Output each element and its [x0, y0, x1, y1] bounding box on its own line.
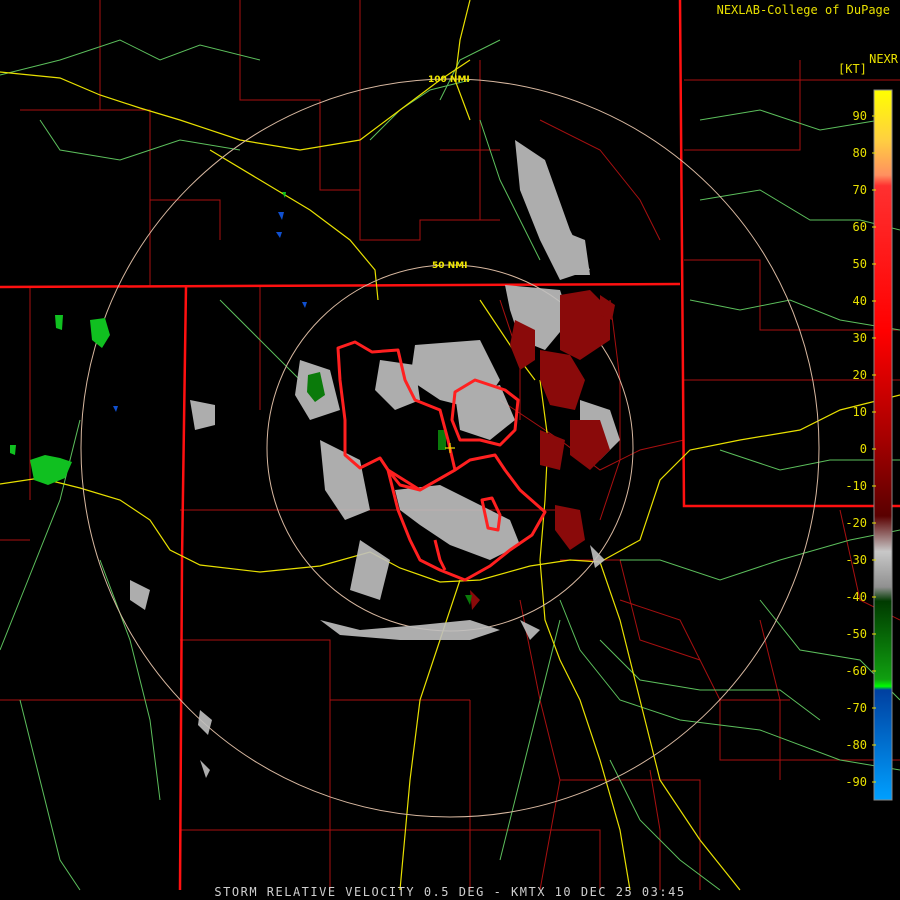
product-caption: STORM RELATIVE VELOCITY 0.5 DEG - KMTX 1…: [214, 885, 686, 899]
range-ring-label-100: 100 NMI: [428, 75, 470, 85]
legend-tick-label: 50: [853, 257, 867, 271]
legend-tick-label: 30: [853, 331, 867, 345]
legend-tick-label: 90: [853, 109, 867, 123]
legend-tick-label: 20: [853, 368, 867, 382]
legend-tick-label: -70: [845, 701, 867, 715]
legend-tick-label: -90: [845, 775, 867, 789]
radar-map: 50 NMI 100 NMI 9080706050403020100-10-20…: [0, 0, 900, 900]
legend-tick-label: -80: [845, 738, 867, 752]
legend-tick-label: 80: [853, 146, 867, 160]
legend-tick-label: -60: [845, 664, 867, 678]
legend-tick-label: -10: [845, 479, 867, 493]
product-label: NEXR: [869, 52, 898, 66]
legend-tick-label: 70: [853, 183, 867, 197]
legend-tick-label: 60: [853, 220, 867, 234]
legend-tick-label: 40: [853, 294, 867, 308]
legend-tick-label: 0: [860, 442, 867, 456]
unit-label: [KT]: [838, 62, 867, 76]
legend-tick-label: -40: [845, 590, 867, 604]
legend-tick-label: 10: [853, 405, 867, 419]
range-ring-label-50: 50 NMI: [432, 261, 468, 271]
legend-tick-label: -50: [845, 627, 867, 641]
credit-label: NEXLAB-College of DuPage: [716, 3, 890, 17]
legend-color-bar: [873, 89, 893, 801]
legend-tick-label: -20: [845, 516, 867, 530]
legend-tick-label: -30: [845, 553, 867, 567]
